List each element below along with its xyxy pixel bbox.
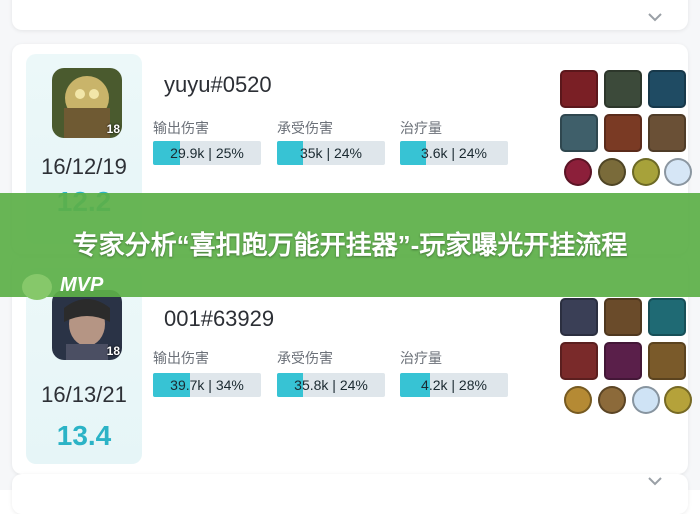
champion-level: 18: [106, 344, 120, 358]
rune-icon[interactable]: [598, 158, 626, 186]
rune-icon[interactable]: [564, 386, 592, 414]
item-icon[interactable]: [560, 70, 598, 108]
stat-label-taken: 承受伤害: [277, 120, 333, 136]
player-name: yuyu#0520: [164, 72, 272, 97]
stat-value: 35.8k | 24%: [294, 377, 368, 393]
stat-label-healing: 治疗量: [400, 120, 442, 136]
player-name: 001#63929: [164, 306, 275, 331]
rune-icon[interactable]: [664, 386, 692, 414]
item-icon[interactable]: [560, 342, 598, 380]
kda-text: 16/13/21: [41, 382, 127, 407]
stat-label-healing: 治疗量: [400, 350, 442, 366]
mvp-icon: [22, 274, 52, 300]
stat-value: 35k | 24%: [299, 145, 362, 161]
rune-icon[interactable]: [564, 158, 592, 186]
chevron-down-icon[interactable]: [648, 12, 662, 22]
stat-label-damage: 输出伤害: [153, 120, 209, 136]
kda-text: 16/12/19: [41, 154, 127, 179]
chevron-down-icon[interactable]: [648, 476, 662, 486]
rune-icon[interactable]: [598, 386, 626, 414]
item-grid: [560, 298, 692, 438]
match-score: 13.4: [56, 420, 112, 451]
rune-icon[interactable]: [632, 386, 660, 414]
stat-bar-healing: 4.2k | 28%: [400, 373, 508, 397]
stat-bar-taken: 35k | 24%: [277, 141, 385, 165]
match-history-page: 18 16/12/19 12.2 yuyu#0520 输出伤害 29.9k | …: [0, 0, 700, 514]
banner-title: 专家分析“喜扣跑万能开挂器”-玩家曝光开挂流程: [72, 230, 628, 260]
champion-avatar: 18: [52, 68, 122, 138]
stat-bar-taken: 35.8k | 24%: [277, 373, 385, 397]
item-icon[interactable]: [604, 342, 642, 380]
item-icon[interactable]: [560, 298, 598, 336]
item-icon[interactable]: [604, 298, 642, 336]
champion-level: 18: [106, 122, 120, 136]
mvp-badge: MVP: [22, 272, 132, 302]
match-card-previous[interactable]: [12, 0, 688, 30]
stat-bar-damage: 29.9k | 25%: [153, 141, 261, 165]
stat-value: 29.9k | 25%: [170, 145, 244, 161]
stat-bar-healing: 3.6k | 24%: [400, 141, 508, 165]
rune-icon[interactable]: [664, 158, 692, 186]
item-icon[interactable]: [648, 70, 686, 108]
mvp-label: MVP: [60, 274, 104, 296]
item-grid: [560, 70, 692, 210]
stat-value: 3.6k | 24%: [421, 145, 487, 161]
item-icon[interactable]: [604, 114, 642, 152]
stat-value: 4.2k | 28%: [421, 377, 487, 393]
stat-label-taken: 承受伤害: [277, 350, 333, 366]
stat-bar-damage: 39.7k | 34%: [153, 373, 261, 397]
item-icon[interactable]: [648, 298, 686, 336]
stat-label-damage: 输出伤害: [153, 350, 209, 366]
match-card-next[interactable]: [12, 474, 688, 514]
stat-value: 39.7k | 34%: [170, 377, 244, 393]
item-icon[interactable]: [648, 342, 686, 380]
item-icon[interactable]: [604, 70, 642, 108]
rune-icon[interactable]: [632, 158, 660, 186]
item-icon[interactable]: [560, 114, 598, 152]
item-icon[interactable]: [648, 114, 686, 152]
